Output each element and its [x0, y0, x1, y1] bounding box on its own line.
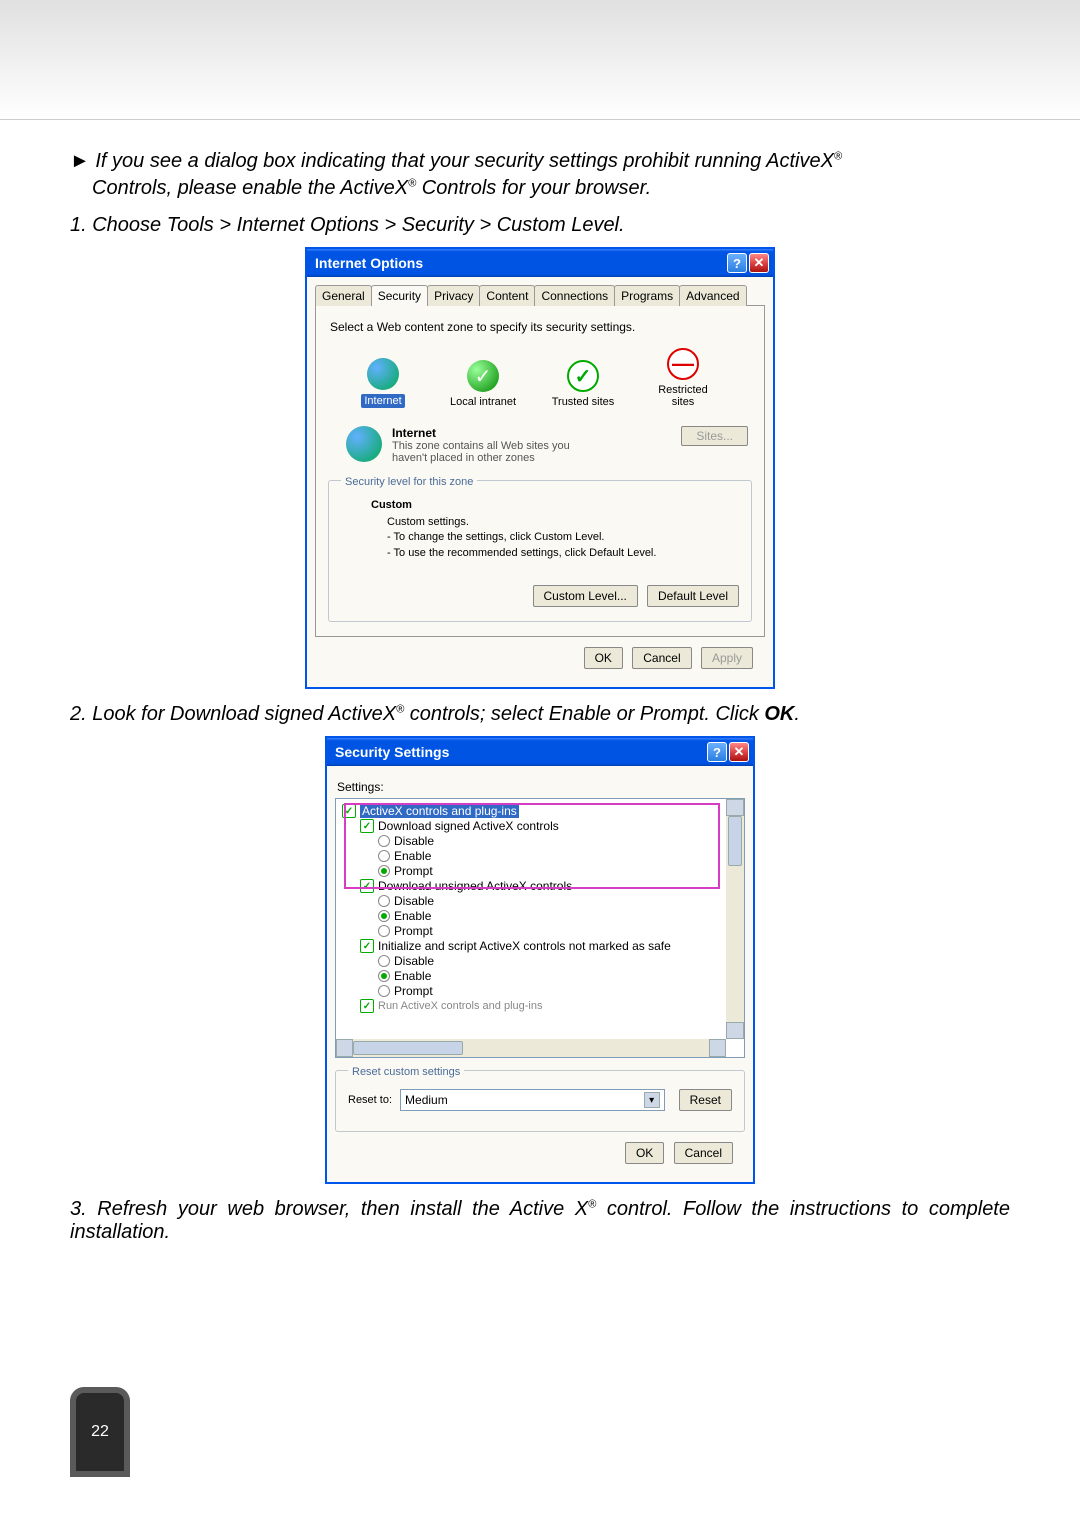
radio-prompt[interactable]	[378, 985, 390, 997]
custom-level-button[interactable]: Custom Level...	[533, 585, 638, 607]
apply-button[interactable]: Apply	[701, 647, 753, 669]
scroll-left-icon[interactable]	[336, 1039, 353, 1057]
globe-icon-small	[346, 426, 382, 462]
tab-content[interactable]: Content	[479, 285, 535, 306]
page-number-tab: 22	[70, 1387, 130, 1477]
fieldset-legend: Security level for this zone	[341, 476, 477, 488]
ok-button[interactable]: OK	[584, 647, 623, 669]
security-level-fieldset: Security level for this zone Custom Cust…	[328, 480, 752, 622]
tab-privacy[interactable]: Privacy	[427, 285, 480, 306]
help-icon[interactable]: ?	[707, 742, 727, 762]
tab-general[interactable]: General	[315, 285, 372, 306]
intro-text-2: Controls, please enable the ActiveX® Con…	[92, 177, 1010, 200]
fieldset-legend: Reset custom settings	[348, 1066, 464, 1078]
combo-value: Medium	[405, 1093, 448, 1107]
scroll-thumb[interactable]	[728, 816, 742, 866]
close-icon[interactable]: ✕	[749, 253, 769, 273]
default-level-button[interactable]: Default Level	[647, 585, 739, 607]
radio-enable[interactable]	[378, 970, 390, 982]
cancel-button[interactable]: Cancel	[674, 1142, 733, 1164]
radio-enable[interactable]	[378, 910, 390, 922]
tab-connections[interactable]: Connections	[534, 285, 615, 306]
activex-icon: ✓	[360, 939, 374, 953]
zone-internet[interactable]: Internet	[348, 358, 418, 408]
tab-security[interactable]: Security	[371, 285, 428, 306]
reset-to-label: Reset to:	[348, 1094, 392, 1106]
scroll-down-icon[interactable]	[726, 1022, 744, 1039]
top-gradient-banner	[0, 0, 1080, 120]
tab-programs[interactable]: Programs	[614, 285, 680, 306]
help-icon[interactable]: ?	[727, 253, 747, 273]
security-settings-dialog: Security Settings ? ✕ Settings: ✓ActiveX…	[325, 736, 755, 1184]
chevron-down-icon: ▾	[644, 1092, 660, 1108]
tree-item-run: Run ActiveX controls and plug-ins	[378, 1000, 542, 1012]
reset-fieldset: Reset custom settings Reset to: Medium ▾…	[335, 1070, 745, 1132]
scroll-thumb-h[interactable]	[353, 1041, 463, 1055]
internet-options-dialog: Internet Options ? ✕ General Security Pr…	[305, 247, 775, 689]
radio-disable[interactable]	[378, 835, 390, 847]
intro-text: ► If you see a dialog box indicating tha…	[70, 150, 1010, 173]
activex-icon: ✓	[360, 879, 374, 893]
vertical-scrollbar[interactable]	[726, 799, 744, 1039]
step-2: 2. Look for Download signed ActiveX® con…	[70, 703, 1010, 726]
scroll-up-icon[interactable]	[726, 799, 744, 816]
zone-local-intranet[interactable]: Local intranet	[448, 360, 518, 408]
zone-description: Internet This zone contains all Web site…	[392, 426, 671, 464]
dialog-titlebar: Security Settings ? ✕	[327, 738, 753, 766]
ok-button[interactable]: OK	[625, 1142, 664, 1164]
tab-strip: General Security Privacy Content Connect…	[315, 285, 765, 306]
page-number: 22	[91, 1423, 109, 1441]
local-intranet-icon	[467, 360, 499, 392]
settings-tree[interactable]: ✓ActiveX controls and plug-ins ✓Download…	[335, 798, 745, 1058]
activex-icon: ✓	[360, 999, 374, 1013]
radio-prompt[interactable]	[378, 925, 390, 937]
zone-select-text: Select a Web content zone to specify its…	[330, 320, 752, 334]
tab-advanced[interactable]: Advanced	[679, 285, 746, 306]
sites-button[interactable]: Sites...	[681, 426, 748, 446]
activex-icon: ✓	[360, 819, 374, 833]
settings-label: Settings:	[337, 780, 745, 794]
restricted-sites-icon	[667, 348, 699, 380]
radio-disable[interactable]	[378, 895, 390, 907]
tree-item-init: Initialize and script ActiveX controls n…	[378, 939, 671, 953]
tree-category-activex: ActiveX controls and plug-ins	[360, 804, 519, 818]
dialog-titlebar: Internet Options ? ✕	[307, 249, 773, 277]
radio-prompt[interactable]	[378, 865, 390, 877]
level-name: Custom	[371, 499, 739, 511]
step-3: 3. Refresh your web browser, then instal…	[70, 1198, 1010, 1244]
close-icon[interactable]: ✕	[729, 742, 749, 762]
zone-restricted-sites[interactable]: Restricted sites	[648, 348, 718, 408]
reset-button[interactable]: Reset	[679, 1089, 732, 1111]
radio-disable[interactable]	[378, 955, 390, 967]
dialog-title: Security Settings	[335, 744, 449, 760]
arrow-glyph: ►	[70, 150, 90, 172]
cancel-button[interactable]: Cancel	[632, 647, 691, 669]
step-1: 1. Choose Tools > Internet Options > Sec…	[70, 214, 1010, 237]
level-desc: Custom settings. - To change the setting…	[387, 515, 739, 561]
zone-trusted-sites[interactable]: Trusted sites	[548, 360, 618, 408]
dialog-title: Internet Options	[315, 255, 423, 271]
tree-item-dl-unsigned: Download unsigned ActiveX controls	[378, 879, 572, 893]
trusted-sites-icon	[567, 360, 599, 392]
horizontal-scrollbar[interactable]	[336, 1039, 726, 1057]
globe-icon	[367, 358, 399, 390]
activex-icon: ✓	[342, 804, 356, 818]
scroll-right-icon[interactable]	[709, 1039, 726, 1057]
radio-enable[interactable]	[378, 850, 390, 862]
tree-item-dl-signed: Download signed ActiveX controls	[378, 819, 559, 833]
reset-to-combo[interactable]: Medium ▾	[400, 1089, 665, 1111]
